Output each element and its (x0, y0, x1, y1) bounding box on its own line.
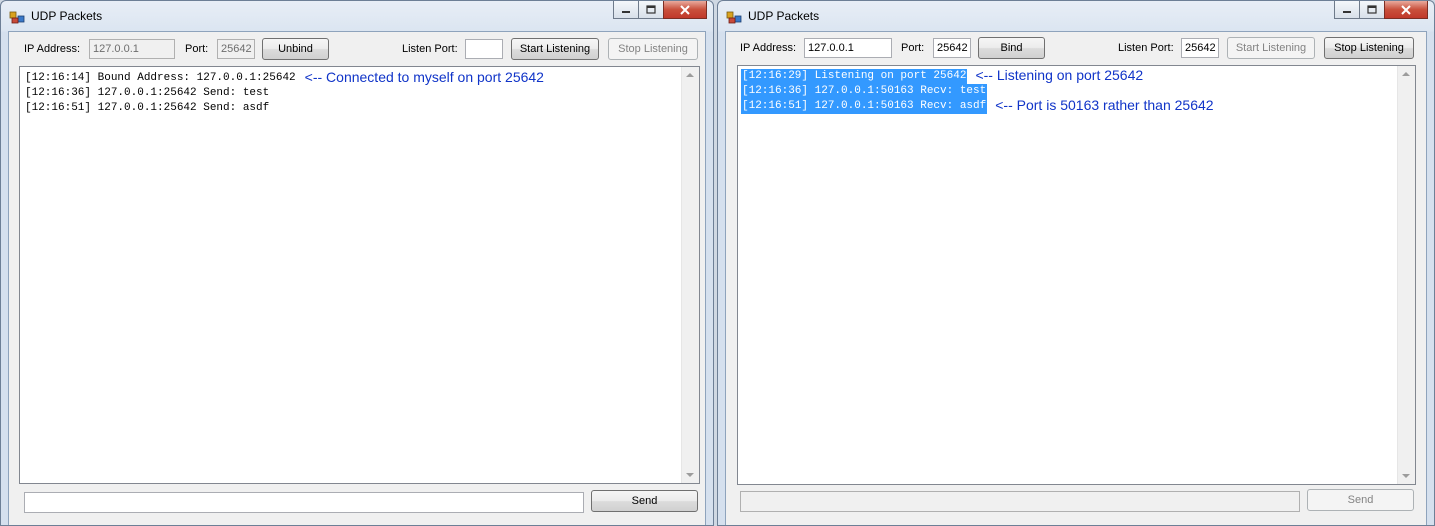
close-icon (1401, 4, 1411, 15)
listen-port-input[interactable]: 25642 (1181, 38, 1219, 58)
udp-app-icon (726, 11, 742, 24)
close-button[interactable] (663, 1, 707, 19)
message-input[interactable] (24, 492, 584, 513)
stop-listening-button[interactable]: Stop Listening (1324, 37, 1414, 59)
log-lines: [12:16:29] Listening on port 25642 <-- Li… (741, 67, 1214, 114)
message-input[interactable] (740, 491, 1300, 512)
close-icon (680, 4, 690, 15)
scroll-up-arrow-icon[interactable] (686, 73, 694, 77)
ip-address-label: IP Address: (24, 43, 81, 55)
listen-port-label: Listen Port: (1118, 42, 1174, 54)
title-bar[interactable]: UDP Packets (1, 1, 713, 31)
ip-address-input[interactable]: 127.0.0.1 (89, 39, 175, 59)
log-textbox[interactable]: [12:16:29] Listening on port 25642 <-- Li… (737, 65, 1416, 485)
port-input[interactable]: 25642 (217, 39, 255, 59)
window-title: UDP Packets (748, 9, 820, 23)
caption-buttons (1334, 1, 1428, 21)
log-line: [12:16:29] Listening on port 25642 <-- Li… (741, 67, 1144, 84)
start-listening-button[interactable]: Start Listening (1227, 37, 1315, 59)
client-area: IP Address: 127.0.0.1 Port: 25642 Unbind… (8, 31, 706, 525)
listen-port-input[interactable] (465, 39, 503, 59)
log-line: [12:16:14] Bound Address: 127.0.0.1:2564… (25, 69, 544, 85)
send-button[interactable]: Send (1307, 489, 1414, 511)
scroll-down-arrow-icon[interactable] (1402, 474, 1410, 478)
window-title: UDP Packets (31, 9, 103, 23)
scroll-up-arrow-icon[interactable] (1402, 72, 1410, 76)
stop-listening-button[interactable]: Stop Listening (608, 38, 698, 60)
maximize-button[interactable] (1359, 1, 1385, 19)
udp-app-icon (9, 11, 25, 24)
unbind-button[interactable]: Unbind (262, 38, 329, 60)
minimize-button[interactable] (613, 1, 639, 19)
log-line: [12:16:51] 127.0.0.1:50163 Recv: asdf <--… (741, 97, 1214, 114)
port-input[interactable]: 25642 (933, 38, 971, 58)
udp-window-left: UDP Packets IP Address: 127.0.0.1 Port: … (0, 0, 714, 526)
maximize-button[interactable] (638, 1, 664, 19)
bind-button[interactable]: Bind (978, 37, 1045, 59)
log-line: [12:16:51] 127.0.0.1:25642 Send: asdf (25, 102, 270, 114)
maximize-icon (646, 5, 656, 14)
send-button[interactable]: Send (591, 490, 698, 512)
annotation: <-- Connected to myself on port 25642 (304, 69, 544, 85)
annotation: <-- Port is 50163 rather than 25642 (995, 97, 1214, 113)
ip-address-label: IP Address: (740, 42, 797, 54)
vertical-scrollbar[interactable] (681, 67, 699, 483)
scroll-down-arrow-icon[interactable] (686, 473, 694, 477)
log-textbox[interactable]: [12:16:14] Bound Address: 127.0.0.1:2564… (19, 66, 700, 484)
client-area: IP Address: 127.0.0.1 Port: 25642 Bind L… (725, 31, 1427, 525)
maximize-icon (1367, 5, 1377, 14)
minimize-button[interactable] (1334, 1, 1360, 19)
ip-address-input[interactable]: 127.0.0.1 (804, 38, 892, 58)
udp-window-right: UDP Packets IP Address: 127.0.0.1 Port: … (717, 0, 1435, 526)
title-bar[interactable]: UDP Packets (718, 1, 1434, 31)
start-listening-button[interactable]: Start Listening (511, 38, 599, 60)
minimize-icon (1343, 10, 1351, 13)
port-label: Port: (901, 42, 925, 54)
log-lines: [12:16:14] Bound Address: 127.0.0.1:2564… (24, 69, 544, 116)
vertical-scrollbar[interactable] (1397, 66, 1415, 484)
close-button[interactable] (1384, 1, 1428, 19)
annotation: <-- Listening on port 25642 (975, 67, 1144, 83)
log-line: [12:16:36] 127.0.0.1:25642 Send: test (25, 87, 270, 99)
caption-buttons (613, 1, 707, 21)
listen-port-label: Listen Port: (402, 43, 458, 55)
port-label: Port: (185, 43, 209, 55)
minimize-icon (622, 10, 630, 13)
